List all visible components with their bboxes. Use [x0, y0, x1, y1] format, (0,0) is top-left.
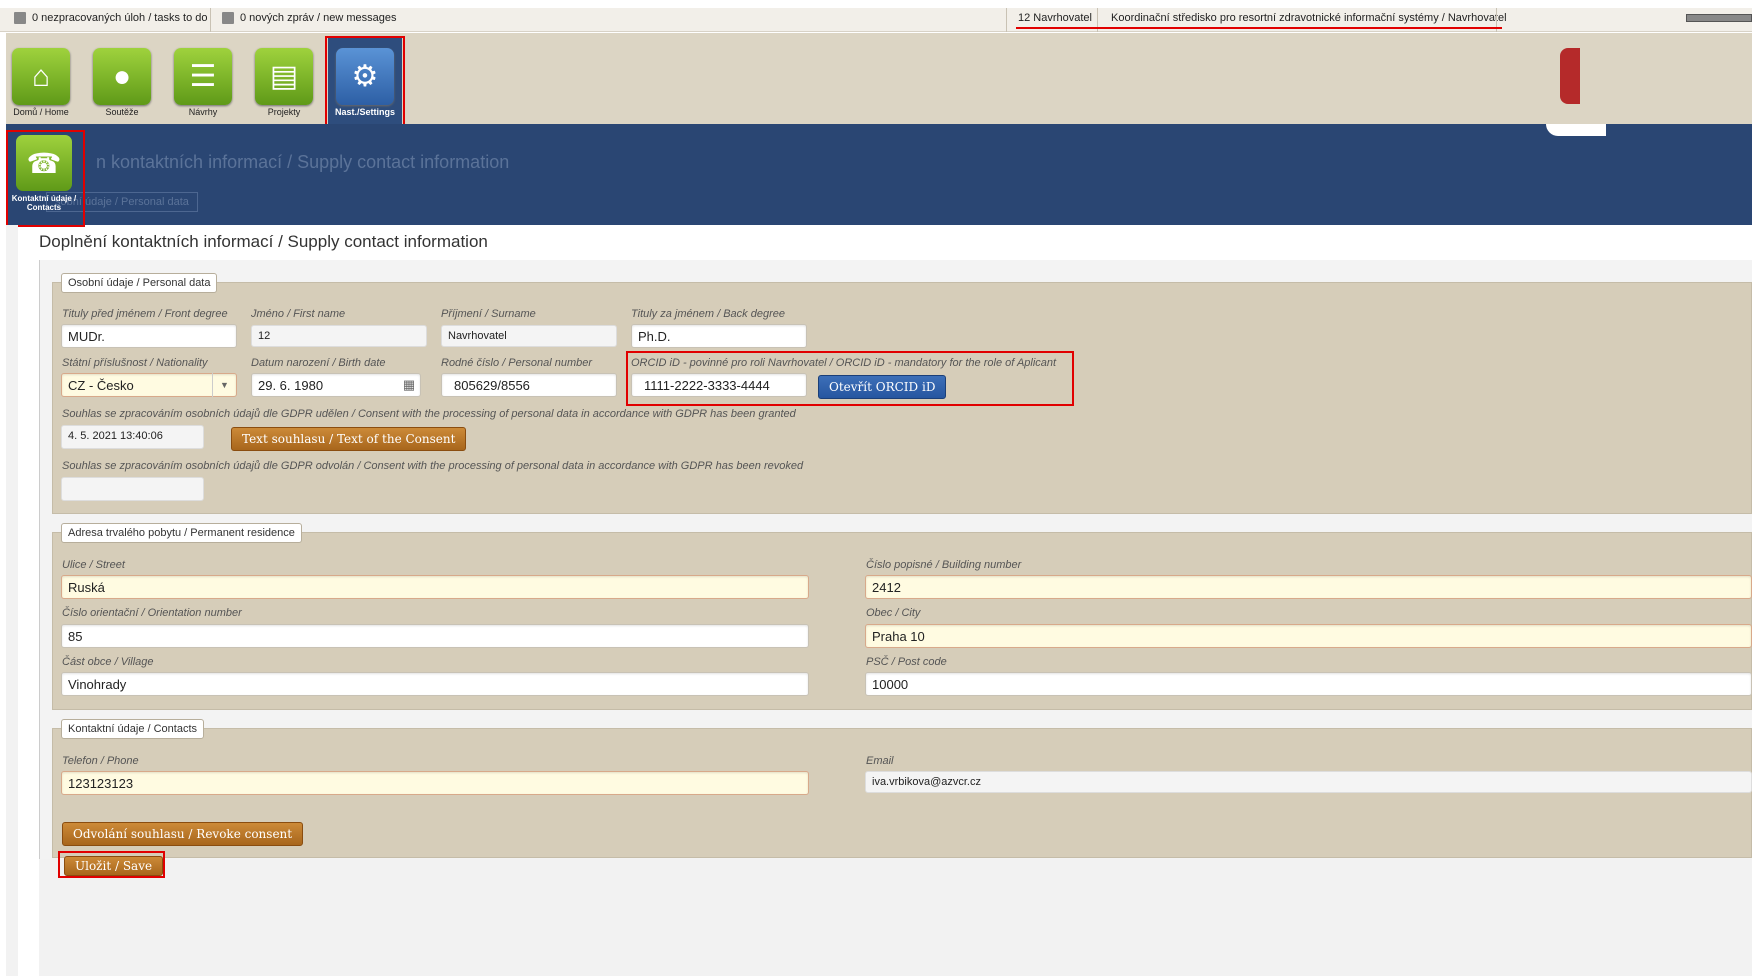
highlight-contacts	[6, 130, 85, 227]
highlight-orcid	[626, 351, 1074, 406]
calendar-icon[interactable]: ▦	[398, 373, 420, 397]
contacts-legend: Kontaktní údaje / Contacts	[61, 719, 205, 739]
main-toolbar: ⌂ Domů / Home ● Soutěže ☰ Návrhy ▤ Proje…	[6, 33, 1752, 125]
birth-date-value: 29. 6. 1980	[258, 378, 324, 393]
topbar-scrollbar[interactable]	[1686, 14, 1752, 22]
gdpr-granted-field: 4. 5. 2021 13:40:06	[61, 425, 204, 449]
logout-button[interactable]	[1560, 48, 1580, 104]
traffic-light-icon: ●	[93, 48, 151, 105]
first-name-field: 12	[251, 325, 427, 347]
postcode-field[interactable]: 10000	[865, 672, 1752, 696]
user-name: 12 Navrhovatel	[1018, 12, 1092, 24]
personal-number-label: Rodné číslo / Personal number	[441, 357, 593, 369]
email-label: Email	[866, 755, 894, 767]
tasks-icon	[14, 12, 26, 24]
left-strip	[6, 225, 18, 976]
postcode-label: PSČ / Post code	[866, 656, 947, 668]
address-legend: Adresa trvalého pobytu / Permanent resid…	[61, 523, 302, 543]
personal-data-legend: Osobní údaje / Personal data	[61, 273, 218, 293]
nav-home-label: Domů / Home	[13, 107, 69, 117]
highlight-underline	[1016, 27, 1502, 29]
tasks-text: 0 nezpracovaných úloh / tasks to do	[32, 12, 208, 24]
revoke-consent-button[interactable]: Odvolání souhlasu / Revoke consent	[62, 822, 304, 846]
back-degree-field[interactable]: Ph.D.	[631, 324, 807, 348]
city-field[interactable]: Praha 10	[865, 624, 1752, 648]
nav-home[interactable]: ⌂ Domů / Home	[8, 48, 74, 117]
front-degree-label: Tituly před jménem / Front degree	[62, 308, 228, 320]
nav-projects[interactable]: ▤ Projekty	[251, 48, 317, 117]
nationality-select[interactable]: CZ - Česko	[61, 373, 237, 397]
highlight-save	[58, 851, 165, 878]
bottom-area	[39, 859, 1752, 976]
surname-label: Příjmení / Surname	[441, 308, 536, 320]
nav-proposals[interactable]: ☰ Návrhy	[170, 48, 236, 117]
village-field[interactable]: Vinohrady	[61, 672, 809, 696]
band-curve	[1546, 124, 1606, 136]
nav-proposals-label: Návrhy	[188, 107, 218, 117]
village-label: Část obce / Village	[62, 656, 154, 668]
header-band: n kontaktních informací / Supply contact…	[6, 124, 1752, 225]
page-title: Doplnění kontaktních informací / Supply …	[39, 232, 488, 251]
building-number-label: Číslo popisné / Building number	[866, 559, 1022, 571]
orientation-number-label: Číslo orientační / Orientation number	[62, 607, 242, 619]
tasks-link[interactable]: 0 nezpracovaných úloh / tasks to do	[14, 12, 208, 24]
surname-field: Navrhovatel	[441, 325, 617, 347]
gdpr-revoked-field	[61, 477, 204, 501]
street-label: Ulice / Street	[62, 559, 125, 571]
nationality-value: CZ - Česko	[68, 378, 134, 393]
envelope-icon	[222, 12, 234, 24]
city-label: Obec / City	[866, 607, 921, 619]
document-icon: ☰	[174, 48, 232, 105]
orientation-number-field[interactable]: 85	[61, 624, 809, 648]
street-field[interactable]: Ruská	[61, 575, 809, 599]
phone-label: Telefon / Phone	[62, 755, 139, 767]
organization-role: Koordinační středisko pro resortní zdrav…	[1111, 12, 1507, 24]
gdpr-revoked-label: Souhlas se zpracováním osobních údajů dl…	[62, 460, 804, 472]
current-role[interactable]: Koordinační středisko pro resortní zdrav…	[1111, 12, 1507, 24]
back-degree-label: Tituly za jménem / Back degree	[631, 308, 785, 320]
email-field: iva.vrbikova@azvcr.cz	[865, 771, 1752, 793]
birth-date-field[interactable]: 29. 6. 1980	[251, 373, 421, 397]
first-name-label: Jméno / First name	[251, 308, 346, 320]
nav-projects-label: Projekty	[267, 107, 301, 117]
home-icon: ⌂	[12, 48, 70, 105]
nationality-label: Státní příslušnost / Nationality	[62, 357, 208, 369]
gdpr-granted-label: Souhlas se zpracováním osobních údajů dl…	[62, 408, 796, 420]
band-title: n kontaktních informací / Supply contact…	[96, 152, 510, 172]
birth-date-label: Datum narození / Birth date	[251, 357, 386, 369]
consent-text-button[interactable]: Text souhlasu / Text of the Consent	[231, 427, 467, 451]
building-number-field[interactable]: 2412	[865, 575, 1752, 599]
books-icon: ▤	[255, 48, 313, 105]
front-degree-field[interactable]: MUDr.	[61, 324, 237, 348]
chevron-down-icon[interactable]: ▼	[212, 373, 236, 397]
personal-number-field[interactable]: 805629/8556	[441, 373, 617, 397]
messages-link[interactable]: 0 nových zpráv / new messages	[222, 12, 397, 24]
messages-text: 0 nových zpráv / new messages	[240, 12, 397, 24]
phone-field[interactable]: 123123123	[61, 771, 809, 795]
nav-competitions[interactable]: ● Soutěže	[89, 48, 155, 117]
highlight-settings	[325, 36, 405, 129]
current-user[interactable]: 12 Navrhovatel	[1018, 12, 1092, 24]
nav-competitions-label: Soutěže	[105, 107, 139, 117]
